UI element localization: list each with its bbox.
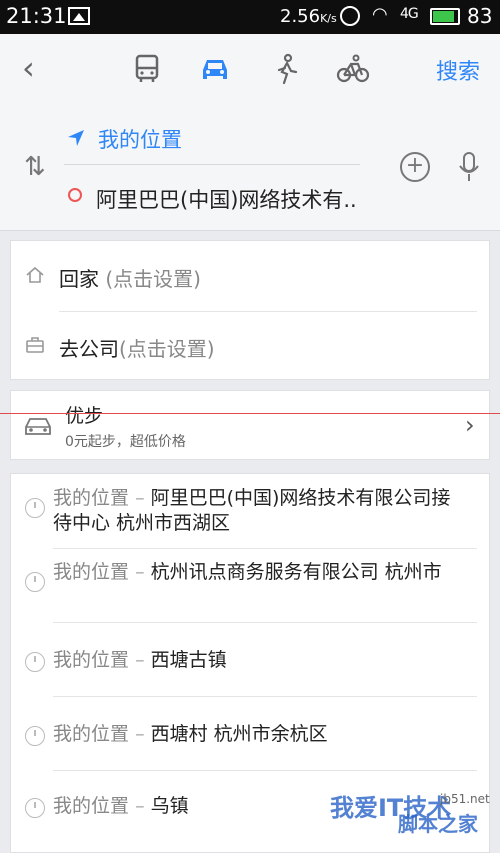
origin-field[interactable]: 我的位置 bbox=[98, 124, 182, 154]
add-waypoint-icon[interactable]: + bbox=[400, 152, 430, 182]
row-divider bbox=[53, 548, 477, 549]
battery-icon bbox=[430, 8, 460, 25]
clock-icon bbox=[25, 498, 45, 518]
clock-icon bbox=[25, 798, 45, 818]
route-header: ‹ 搜索 ⇅ 我的位置 阿里巴巴(中国)网络技术有.. + bbox=[0, 34, 500, 231]
watermark-url: jb51.net bbox=[440, 792, 490, 806]
shortcut-card: 回家 (点击设置) 去公司(点击设置) bbox=[10, 240, 490, 380]
destination-field[interactable]: 阿里巴巴(中国)网络技术有.. bbox=[96, 184, 357, 214]
history-item[interactable]: 我的位置 – 西塘村 杭州市余杭区 bbox=[11, 722, 489, 762]
wifi-icon: ◠ bbox=[372, 4, 388, 25]
car-icon[interactable] bbox=[198, 52, 232, 86]
destination-dot-icon bbox=[68, 188, 82, 202]
row-divider bbox=[53, 696, 477, 697]
promo-title: 优步 bbox=[65, 405, 104, 427]
battery-level: 83 bbox=[467, 4, 493, 28]
history-item[interactable]: 我的位置 – 杭州讯点商务服务有限公司 杭州市 bbox=[11, 560, 489, 620]
bike-icon[interactable] bbox=[336, 52, 370, 86]
work-shortcut[interactable]: 去公司(点击设置) bbox=[11, 311, 489, 381]
location-arrow-icon bbox=[68, 130, 84, 146]
row-divider bbox=[53, 622, 477, 623]
picture-icon bbox=[68, 7, 90, 25]
signal-icon: 4G bbox=[400, 6, 419, 22]
network-speed: 2.56K/s bbox=[280, 6, 337, 27]
row-divider bbox=[53, 770, 477, 771]
history-destination: 乌镇 bbox=[150, 795, 189, 817]
promo-subtitle: 0元起步，超低价格 bbox=[65, 434, 186, 450]
back-icon[interactable]: ‹ bbox=[22, 52, 35, 84]
history-item[interactable]: 我的位置 – 西塘古镇 bbox=[11, 648, 489, 688]
clock-icon bbox=[25, 726, 45, 746]
bus-icon[interactable] bbox=[130, 52, 164, 86]
history-destination: 杭州讯点商务服务有限公司 杭州市 bbox=[150, 561, 442, 583]
route-divider bbox=[64, 164, 360, 165]
history-destination: 西塘古镇 bbox=[150, 649, 227, 671]
work-label: 去公司 bbox=[59, 337, 119, 361]
home-icon bbox=[26, 266, 44, 283]
status-time: 21:31 bbox=[6, 4, 67, 28]
history-destination: 西塘村 杭州市余杭区 bbox=[150, 723, 328, 745]
taxi-icon bbox=[25, 418, 51, 435]
history-item[interactable]: 我的位置 – 阿里巴巴(中国)网络技术有限公司接待中心 杭州市西湖区 bbox=[11, 486, 489, 554]
walk-icon[interactable] bbox=[270, 52, 304, 86]
swap-icon[interactable]: ⇅ bbox=[24, 152, 46, 182]
clock-icon bbox=[25, 652, 45, 672]
home-hint: (点击设置) bbox=[105, 267, 201, 291]
status-bar: 21:31 2.56K/s ◠ 4G 83 bbox=[0, 0, 500, 34]
red-guide-line bbox=[0, 413, 500, 414]
alarm-icon bbox=[340, 6, 360, 26]
home-shortcut[interactable]: 回家 (点击设置) bbox=[11, 241, 489, 311]
briefcase-icon bbox=[26, 337, 44, 353]
microphone-icon[interactable] bbox=[458, 152, 480, 182]
uber-promo-card[interactable]: 优步 0元起步，超低价格 › bbox=[10, 390, 490, 460]
clock-icon bbox=[25, 572, 45, 592]
home-label: 回家 bbox=[59, 267, 99, 291]
chevron-right-icon: › bbox=[465, 411, 475, 439]
work-hint: (点击设置) bbox=[119, 337, 215, 361]
search-button[interactable]: 搜索 bbox=[436, 54, 480, 86]
